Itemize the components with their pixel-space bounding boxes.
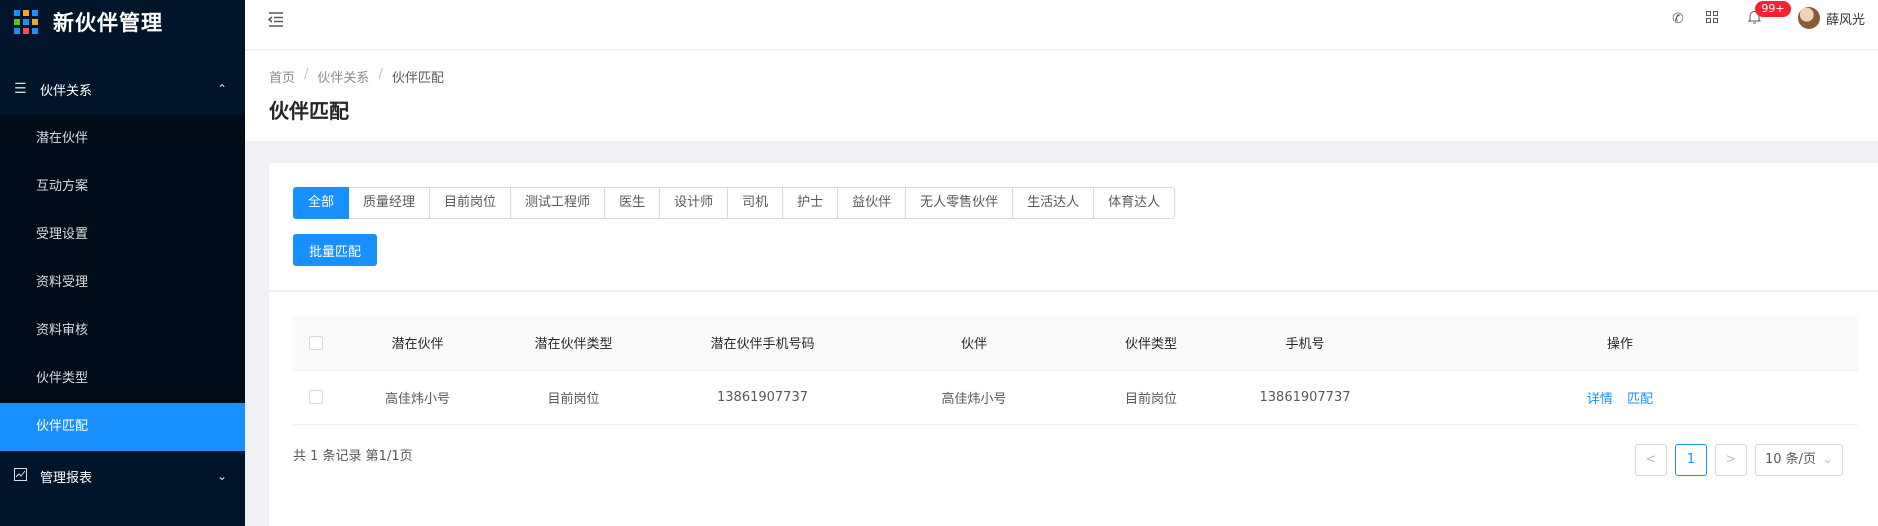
sidebar-item-document-acceptance[interactable]: 资料受理 [0, 259, 245, 307]
logo-grid-icon [14, 10, 38, 34]
next-page-button[interactable]: > [1715, 444, 1747, 476]
submenu: 潜在伙伴 互动方案 受理设置 资料受理 资料审核 伙伴类型 伙伴匹配 [0, 115, 245, 451]
tab-benefit-partner[interactable]: 益伙伴 [838, 187, 907, 219]
avatar[interactable] [1798, 7, 1820, 29]
apps-icon[interactable] [1703, 10, 1721, 28]
batch-match-button[interactable]: 批量匹配 [293, 234, 378, 266]
tab-driver[interactable]: 司机 [728, 187, 784, 219]
user-name[interactable]: 薛风光 [1826, 9, 1865, 28]
page-header: 首页 / 伙伴关系 / 伙伴匹配 伙伴匹配 [245, 51, 1878, 141]
sidebar-item-partner-matching[interactable]: 伙伴匹配 [0, 403, 245, 451]
category-tabs: 全部 质量经理 目前岗位 测试工程师 医生 设计师 司机 护士 益伙伴 无人零售… [293, 187, 1176, 219]
page-size-label: 10 条/页 [1765, 452, 1817, 467]
filter-card: 全部 质量经理 目前岗位 测试工程师 医生 设计师 司机 护士 益伙伴 无人零售… [269, 163, 1878, 290]
tab-test-engineer[interactable]: 测试工程师 [511, 187, 606, 219]
cell-potential-partner: 高佳炜小号 [339, 370, 496, 425]
column-header: 伙伴 [874, 316, 1074, 371]
cell-partner: 高佳炜小号 [874, 370, 1074, 425]
select-all-cell [293, 316, 339, 371]
cell-potential-partner-type: 目前岗位 [496, 370, 651, 425]
chevron-down-icon: ⌄ [1822, 452, 1834, 467]
tab-all[interactable]: 全部 [293, 187, 350, 219]
app-title: 新伙伴管理 [53, 11, 163, 35]
menu-group-management-reports[interactable]: 管理报表 ⌄ [0, 451, 245, 501]
breadcrumb-separator: / [378, 67, 383, 82]
tab-unmanned-retail-partner[interactable]: 无人零售伙伴 [906, 187, 1014, 219]
select-all-checkbox[interactable] [309, 335, 323, 350]
tab-quality-manager[interactable]: 质量经理 [349, 187, 431, 219]
tab-sports-expert[interactable]: 体育达人 [1094, 187, 1176, 219]
tab-doctor[interactable]: 医生 [605, 187, 661, 219]
phone-icon[interactable]: ✆ [1669, 10, 1687, 28]
menu-group-label: 伙伴关系 [40, 83, 93, 99]
row-select-cell [293, 370, 339, 425]
column-header: 操作 [1382, 316, 1858, 371]
pagination-summary: 共 1 条记录 第1/1页 [293, 449, 413, 464]
breadcrumb-partner-relations[interactable]: 伙伴关系 [317, 67, 369, 86]
breadcrumb-separator: / [304, 67, 309, 82]
details-link[interactable]: 详情 [1587, 392, 1613, 407]
table-row: 高佳炜小号 目前岗位 13861907737 高佳炜小号 目前岗位 138619… [293, 370, 1858, 425]
list-icon: ☰ [14, 81, 27, 97]
column-header: 手机号 [1228, 316, 1382, 371]
sidebar-item-document-review[interactable]: 资料审核 [0, 307, 245, 355]
sidebar: 新伙伴管理 ☰ 伙伴关系 ⌃ 潜在伙伴 互动方案 受理设置 资料受理 资料审核 … [0, 0, 245, 526]
page-title: 伙伴匹配 [269, 99, 349, 123]
chart-icon [14, 467, 30, 485]
match-link[interactable]: 匹配 [1627, 392, 1653, 407]
cell-phone: 13861907737 [1228, 370, 1382, 425]
match-table: 潜在伙伴 潜在伙伴类型 潜在伙伴手机号码 伙伴 伙伴类型 手机号 操作 高佳炜小… [293, 316, 1858, 425]
page-size-select[interactable]: 10 条/页 ⌄ [1755, 444, 1843, 476]
column-header: 潜在伙伴类型 [496, 316, 651, 371]
column-header: 潜在伙伴 [339, 316, 496, 371]
breadcrumb-home[interactable]: 首页 [269, 67, 295, 86]
sidebar-item-potential-partners[interactable]: 潜在伙伴 [0, 115, 245, 163]
table-header-row: 潜在伙伴 潜在伙伴类型 潜在伙伴手机号码 伙伴 伙伴类型 手机号 操作 [293, 316, 1858, 371]
cell-actions: 详情 匹配 [1382, 370, 1858, 425]
app-logo[interactable]: 新伙伴管理 [14, 4, 163, 40]
column-header: 伙伴类型 [1074, 316, 1228, 371]
breadcrumb-current: 伙伴匹配 [391, 71, 444, 86]
top-header [245, 0, 1878, 50]
row-checkbox[interactable] [309, 390, 323, 404]
tab-current-position[interactable]: 目前岗位 [430, 187, 512, 219]
page-1-button[interactable]: 1 [1675, 444, 1707, 476]
table-card: 潜在伙伴 潜在伙伴类型 潜在伙伴手机号码 伙伴 伙伴类型 手机号 操作 高佳炜小… [269, 291, 1878, 526]
sidebar-item-acceptance-settings[interactable]: 受理设置 [0, 211, 245, 259]
notification-badge: 99+ [1755, 1, 1791, 17]
cell-potential-partner-phone: 13861907737 [651, 370, 874, 425]
cell-partner-type: 目前岗位 [1074, 370, 1228, 425]
breadcrumb: 首页 / 伙伴关系 / 伙伴匹配 [269, 67, 444, 86]
prev-page-button[interactable]: < [1635, 444, 1667, 476]
tab-nurse[interactable]: 护士 [783, 187, 839, 219]
tab-lifestyle-expert[interactable]: 生活达人 [1013, 187, 1095, 219]
sidebar-item-interaction-plans[interactable]: 互动方案 [0, 163, 245, 211]
sidebar-item-partner-types[interactable]: 伙伴类型 [0, 355, 245, 403]
tab-designer[interactable]: 设计师 [660, 187, 729, 219]
menu-group-label: 管理报表 [40, 470, 93, 486]
chevron-down-icon: ⌄ [216, 469, 227, 483]
chevron-up-icon: ⌃ [216, 82, 227, 96]
menu-fold-icon[interactable] [267, 10, 287, 30]
menu-group-partner-relations[interactable]: ☰ 伙伴关系 ⌃ [0, 64, 245, 114]
column-header: 潜在伙伴手机号码 [651, 316, 874, 371]
